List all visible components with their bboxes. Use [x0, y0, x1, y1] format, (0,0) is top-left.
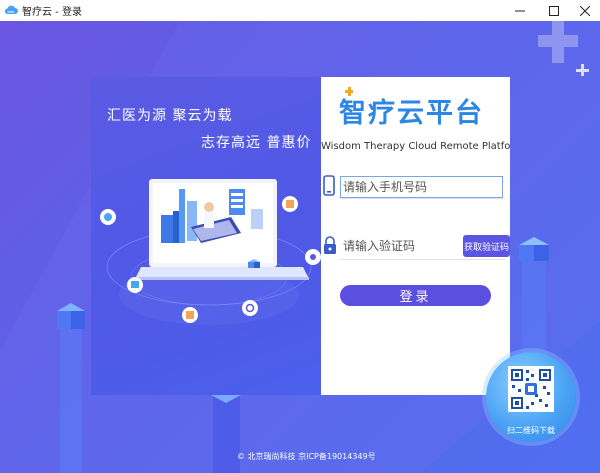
- login-button[interactable]: 登录: [340, 285, 491, 306]
- phone-number-input[interactable]: [340, 176, 503, 198]
- slogan-line-2: 志存高远 普惠价: [201, 135, 312, 151]
- slogan-line-1: 汇医为源 聚云为载: [107, 108, 233, 124]
- qr-download-label: 扫二维码下载: [507, 426, 555, 435]
- title-bar: 智疗云 - 登录: [0, 0, 600, 21]
- close-button[interactable]: [570, 0, 600, 21]
- minimize-icon: [515, 10, 525, 11]
- get-code-button[interactable]: 获取验证码: [463, 235, 510, 257]
- left-promo-panel: 汇医为源 聚云为载 志存高远 普惠价: [91, 77, 321, 395]
- maximize-icon: [549, 5, 559, 16]
- medical-laptop-illustration: [100, 179, 321, 325]
- qr-download-badge[interactable]: 扫二维码下载: [486, 352, 576, 442]
- verification-code-input[interactable]: [340, 235, 460, 257]
- brand-subtitle: Wisdom Therapy Cloud Remote Platform: [321, 141, 510, 152]
- minimize-button[interactable]: [505, 0, 535, 21]
- divider: [340, 259, 505, 260]
- copyright-text: © 北京瑞尚科技 京ICP备19014349号: [237, 452, 376, 461]
- brand-logo: 智疗云平台: [339, 98, 484, 129]
- lock-icon: [324, 236, 336, 254]
- qr-code-icon: [508, 366, 554, 412]
- window-title: 智疗云 - 登录: [22, 7, 82, 18]
- login-panel: 智疗云平台 Wisdom Therapy Cloud Remote Platfo…: [321, 77, 510, 395]
- close-icon: [580, 5, 590, 16]
- maximize-button[interactable]: [539, 0, 569, 21]
- divider: [340, 198, 505, 199]
- cloud-icon: [4, 5, 18, 14]
- phone-icon: [323, 175, 335, 196]
